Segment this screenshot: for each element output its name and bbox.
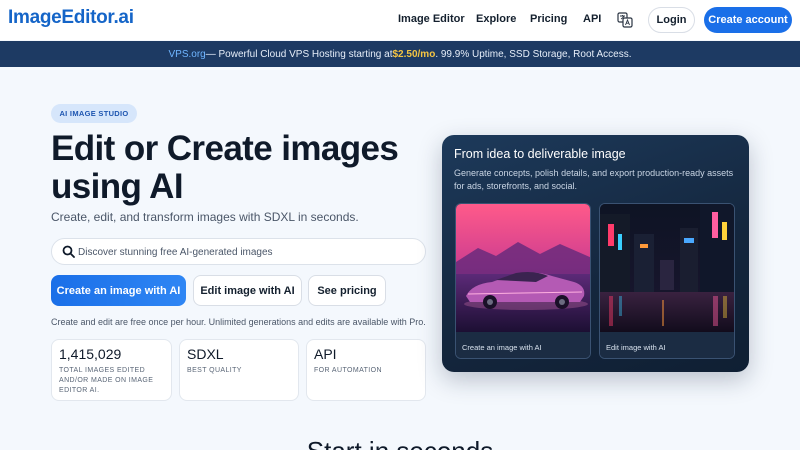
card-title: From idea to deliverable image: [454, 147, 626, 161]
stat-label: BEST QUALITY: [187, 367, 242, 374]
stat-card-api: API FOR AUTOMATION: [306, 339, 426, 401]
nav-pricing[interactable]: Pricing: [530, 13, 567, 25]
thumb-label: Edit image with AI: [606, 343, 666, 352]
create-image-button[interactable]: Create an image with AI: [51, 275, 186, 306]
search-bar[interactable]: [51, 238, 426, 265]
banner-price: $2.50/mo: [392, 48, 436, 60]
hero-title-line2: using AI: [51, 167, 184, 206]
stat-value: API: [314, 346, 337, 362]
hero-subtitle: Create, edit, and transform images with …: [51, 210, 359, 224]
login-button[interactable]: Login: [648, 7, 695, 33]
stat-card-quality: SDXL BEST QUALITY: [179, 339, 299, 401]
card-description: Generate concepts, polish details, and e…: [454, 168, 734, 191]
thumb-create[interactable]: Create an image with AI: [455, 203, 591, 359]
search-icon: [62, 245, 75, 258]
free-usage-note: Create and edit are free once per hour. …: [51, 317, 426, 327]
nav-image-editor[interactable]: Image Editor: [398, 13, 465, 25]
hero-badge: AI IMAGE STUDIO: [51, 104, 137, 123]
thumb-label: Create an image with AI: [462, 343, 542, 352]
main-nav: Image Editor Explore Pricing API Login C…: [0, 0, 800, 40]
neon-city-image: [600, 204, 734, 332]
banner-text: — Powerful Cloud VPS Hosting starting at: [205, 48, 393, 60]
thumb-edit[interactable]: Edit image with AI: [599, 203, 735, 359]
nav-explore[interactable]: Explore: [476, 13, 516, 25]
edit-image-button[interactable]: Edit image with AI: [193, 275, 302, 306]
hero-title: Edit or Create images using AI: [51, 130, 431, 206]
stat-label: FOR AUTOMATION: [314, 367, 382, 374]
nav-api[interactable]: API: [583, 13, 601, 25]
stat-value: SDXL: [187, 346, 224, 362]
stat-card-images: 1,415,029 TOTAL IMAGES EDITED AND/OR MAD…: [51, 339, 172, 401]
stat-value: 1,415,029: [59, 346, 122, 362]
create-account-button[interactable]: Create account: [704, 7, 792, 33]
stat-label: TOTAL IMAGES EDITED AND/OR MADE ON IMAGE…: [59, 367, 154, 394]
promo-banner[interactable]: VPS.org — Powerful Cloud VPS Hosting sta…: [0, 41, 800, 67]
banner-brand[interactable]: VPS.org: [168, 49, 205, 60]
translate-icon[interactable]: [617, 12, 633, 28]
hero-title-line1: Edit or Create images: [51, 129, 399, 168]
see-pricing-button[interactable]: See pricing: [308, 275, 386, 306]
section-heading: Start in seconds: [0, 436, 800, 450]
top-header: ImageEditor.ai Image Editor Explore Pric…: [0, 0, 800, 40]
search-input[interactable]: [78, 243, 418, 261]
showcase-card: From idea to deliverable image Generate …: [442, 135, 749, 372]
banner-text-end: . 99.9% Uptime, SSD Storage, Root Access…: [435, 48, 632, 60]
synthwave-car-image: [456, 204, 590, 332]
